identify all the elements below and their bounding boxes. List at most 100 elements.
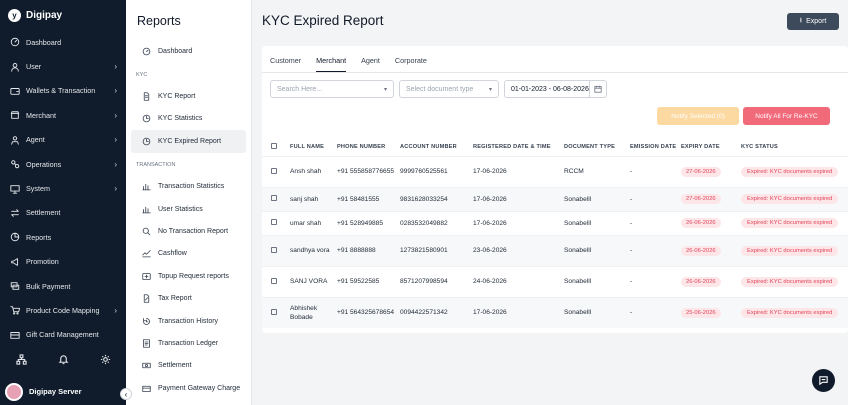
page-title: KYC Expired Report (262, 13, 384, 28)
table-row[interactable]: sandhya vora +91 8888888 1273821580901 23-0… (262, 235, 848, 266)
search-input[interactable]: Search Here... ▾ (270, 80, 394, 98)
cell-account: 9999760525561 (400, 168, 448, 175)
sidebar-item-promotion[interactable]: Promotion (0, 250, 126, 274)
reports-subnav: Reports Dashboard KYC KYC Report KYC Stat… (126, 0, 252, 405)
table-row[interactable]: umar shah +91 528949885 0283532049882 17-06… (262, 211, 848, 235)
cell-full-name: SANJ VORA (290, 278, 328, 285)
settings-gear-icon[interactable] (100, 352, 111, 370)
header-full-name: FULL NAME (290, 143, 325, 150)
subnav-item-transaction-ledger[interactable]: Transaction Ledger (131, 332, 246, 354)
org-tree-icon[interactable] (15, 352, 27, 370)
tabs: Customer Merchant Agent Corporate (270, 56, 427, 72)
tab-merchant[interactable]: Merchant (316, 56, 347, 72)
sidebar-item-agent[interactable]: Agent › (0, 128, 126, 152)
calendar-icon[interactable] (589, 81, 606, 97)
subnav-item-kyc-report[interactable]: KYC Report (131, 85, 246, 107)
subnav-item-label: KYC Report (158, 93, 196, 101)
subnav-section-kyc: KYC (136, 71, 148, 78)
sidebar-item-label: Agent (26, 135, 45, 145)
cell-registered: 17-06-2026 (473, 168, 507, 175)
date-range-input[interactable]: 01-01-2023 - 06-08-2026 (504, 80, 607, 98)
subnav-title: Reports (137, 14, 181, 28)
subnav-item-kyc-expired-report[interactable]: KYC Expired Report (131, 130, 246, 153)
status-badge: Expired: KYC documents expired (741, 194, 839, 204)
row-checkbox[interactable] (271, 195, 277, 201)
cell-phone: +91 564325678654 (337, 309, 395, 317)
sidebar-item-label: Bulk Payment (26, 281, 71, 291)
table-row[interactable]: Ansh shah +91 555858776655 9999760525561 17… (262, 156, 848, 187)
topup-icon (142, 272, 158, 281)
table-row[interactable]: SANJ VORA +91 59522585 8571207998594 24-06-… (262, 266, 848, 297)
sidebar-item-wallets-transaction[interactable]: Wallets & Transaction › (0, 79, 126, 103)
cell-phone: +91 8888888 (337, 247, 376, 254)
subnav-item-payment-gateway-charge[interactable]: Payment Gateway Charge (131, 377, 246, 399)
subnav-item-transaction-statistics[interactable]: Transaction Statistics (131, 176, 246, 198)
subnav-item-no-transaction-report[interactable]: No Transaction Report (131, 220, 246, 242)
notify-selected-button[interactable]: Notify Selected (0) (657, 107, 739, 125)
expiry-badge: 26-06-2026 (681, 218, 721, 228)
subnav-item-topup-request-reports[interactable]: Topup Request reports (131, 265, 246, 287)
tab-corporate[interactable]: Corporate (395, 56, 427, 72)
cell-expiry-date: 25-06-2026 (681, 297, 741, 328)
sidebar-item-system[interactable]: System › (0, 176, 126, 200)
subnav-item-label: Tax Report (158, 295, 192, 303)
subnav-item-label: Topup Request reports (158, 272, 229, 280)
header-emission-date: EMISSION DATE (630, 143, 677, 150)
subnav-item-label: Transaction Ledger (158, 339, 219, 347)
row-checkbox[interactable] (271, 308, 277, 315)
document-type-select[interactable]: Select document type ▾ (399, 80, 499, 98)
subnav-item-user-statistics[interactable]: User Statistics (131, 198, 246, 220)
chevron-down-icon: ▾ (488, 86, 492, 93)
cell-kyc-status: Expired: KYC documents expired (741, 266, 848, 297)
tab-customer[interactable]: Customer (270, 56, 301, 72)
store-icon (10, 110, 26, 120)
subnav-item-label: Settlement (158, 362, 192, 370)
brand[interactable]: y Digipay (0, 0, 126, 30)
sidebar-item-product-code-mapping[interactable]: Product Code Mapping › (0, 298, 126, 322)
history-icon (142, 317, 158, 326)
cell-document-type: Sonabelll (564, 309, 592, 317)
cell-account: 0094422571342 (400, 309, 448, 317)
dashboard-icon (142, 47, 158, 56)
sidebar-item-label: Gift Card Management (26, 330, 99, 340)
collapse-sidebar-button[interactable]: ‹ (120, 388, 132, 400)
user-icon (10, 62, 26, 72)
row-select-cell (262, 235, 290, 266)
subnav-item-transaction-history[interactable]: Transaction History (131, 310, 246, 332)
row-checkbox[interactable] (271, 246, 277, 253)
row-checkbox[interactable] (271, 277, 277, 284)
sidebar-item-merchant[interactable]: Merchant › (0, 103, 126, 127)
sidebar-item-dashboard[interactable]: Dashboard (0, 30, 126, 54)
expiry-badge: 27-06-2026 (681, 194, 721, 204)
barchart-icon (142, 182, 158, 191)
subnav-item-tax-report[interactable]: Tax Report (131, 288, 246, 310)
subnav-section-transaction: TRANSACTION (136, 162, 176, 169)
sidebar-item-settlement[interactable]: Settlement (0, 201, 126, 225)
sidebar-item-operations[interactable]: Operations › (0, 152, 126, 176)
cell-kyc-status: Expired: KYC documents expired (741, 235, 848, 266)
sidebar-item-bulk-payment[interactable]: Bulk Payment (0, 274, 126, 298)
subnav-item-cashflow[interactable]: Cashflow (131, 243, 246, 265)
select-all-cell (262, 138, 290, 156)
row-checkbox[interactable] (271, 219, 277, 225)
user-profile[interactable]: Digipay Server (0, 378, 126, 405)
tab-agent[interactable]: Agent (361, 56, 380, 72)
status-badge: Expired: KYC documents expired (741, 166, 839, 177)
subnav-item-settlement[interactable]: Settlement (131, 355, 246, 377)
notify-all-button[interactable]: Notify All For Re-KYC (743, 107, 830, 125)
cell-account: 8571207998594 (400, 278, 448, 285)
chat-support-button[interactable] (812, 369, 835, 392)
status-badge: Expired: KYC documents expired (741, 245, 839, 256)
subnav-item-kyc-statistics[interactable]: KYC Statistics (131, 108, 246, 130)
sidebar-item-user[interactable]: User › (0, 54, 126, 78)
bell-icon[interactable] (58, 352, 69, 370)
table-row[interactable]: sanj shah +91 58481555 9831628033254 17-06-… (262, 187, 848, 211)
select-all-checkbox[interactable] (271, 142, 277, 149)
row-checkbox[interactable] (271, 167, 277, 174)
sidebar-item-gift-card-management[interactable]: Gift Card Management (0, 323, 126, 347)
table-row[interactable]: Abhishek Bobade +91 564325678654 009442257… (262, 297, 848, 328)
search-x-icon (142, 227, 158, 236)
sidebar-item-reports[interactable]: Reports (0, 225, 126, 249)
export-button[interactable]: ⭳ Export (787, 13, 839, 30)
subnav-item-dashboard[interactable]: Dashboard (131, 40, 246, 62)
